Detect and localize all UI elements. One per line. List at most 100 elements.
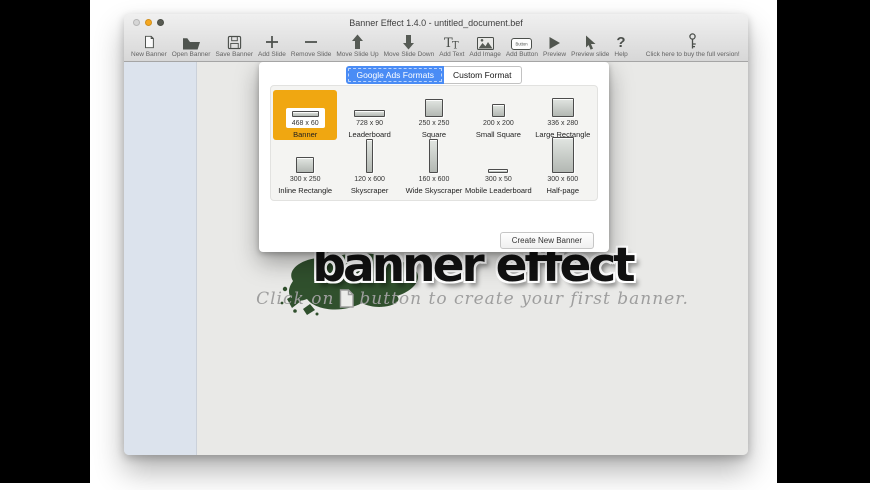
format-name: Wide Skyscraper xyxy=(405,186,463,195)
toolbar-button-remove-slide[interactable]: Remove Slide xyxy=(291,33,331,58)
window-header: Banner Effect 1.4.0 - untitled_document.… xyxy=(124,14,748,62)
button-widget-icon: Button xyxy=(511,33,533,50)
format-thumb: 300 x 250 xyxy=(284,154,327,184)
format-name: Small Square xyxy=(475,130,521,139)
slides-sidebar xyxy=(124,62,197,455)
toolbar-button-add-slide[interactable]: Add Slide xyxy=(258,33,286,58)
question-icon: ? xyxy=(615,33,627,50)
toolbar-button-label: Add Button xyxy=(505,51,538,58)
hint-text-before: Click on xyxy=(256,289,335,309)
format-size: 300 x 250 xyxy=(289,176,321,183)
toolbar-button-new-banner[interactable]: New Banner xyxy=(131,33,167,58)
toolbar-button-open-banner[interactable]: Open Banner xyxy=(172,33,210,58)
format-item-small-square[interactable]: 200 x 200 Small Square xyxy=(466,90,530,140)
toolbar-button-add-image[interactable]: Add Image xyxy=(469,33,501,58)
format-shape xyxy=(429,139,439,173)
minus-icon xyxy=(303,33,319,50)
format-size: 160 x 600 xyxy=(418,176,450,183)
tab-custom-format[interactable]: Custom Format xyxy=(443,66,522,84)
format-item-large-rectangle[interactable]: 336 x 280 Large Rectangle xyxy=(531,90,595,140)
format-name: Mobile Leaderboard xyxy=(465,186,532,195)
toolbar-button-label: Help xyxy=(614,51,628,58)
window-content: banner effect Click on button to create yo… xyxy=(124,62,748,455)
format-thumb: 200 x 200 xyxy=(477,101,520,128)
format-shape xyxy=(491,104,505,117)
toolbar-button-label: Add Slide xyxy=(258,51,286,58)
format-tabs: Google Ads Formats Custom Format xyxy=(259,66,609,84)
text-tt-icon: TT xyxy=(443,33,460,50)
formats-row-1: 468 x 60 Banner 728 x 90 Leaderboard 250 x 2… xyxy=(273,90,595,140)
format-size: 468 x 60 xyxy=(291,120,319,127)
screenshot-stage: Banner Effect 1.4.0 - untitled_document.… xyxy=(0,0,870,490)
format-thumb: 120 x 600 xyxy=(348,136,391,184)
format-item-banner[interactable]: 468 x 60 Banner xyxy=(273,90,338,140)
format-name: Inline Rectangle xyxy=(278,186,333,195)
toolbar-button-label: Click here to buy the full version! xyxy=(645,51,740,58)
format-thumb: 336 x 280 xyxy=(541,95,584,128)
format-thumb: 250 x 250 xyxy=(413,96,456,128)
toolbar-button-label: Move Slide Down xyxy=(383,51,435,58)
toolbar-button-move-slide-down[interactable]: Move Slide Down xyxy=(383,33,435,58)
format-item-wide-skyscraper[interactable]: 160 x 600 Wide Skyscraper xyxy=(402,139,466,196)
format-thumb: 468 x 60 xyxy=(285,108,325,128)
save-floppy-icon xyxy=(227,33,242,50)
toolbar-button-label: New Banner xyxy=(131,51,167,58)
format-shape xyxy=(296,157,315,173)
format-shape xyxy=(424,99,443,117)
format-name: Banner xyxy=(293,130,318,139)
format-size: 300 x 600 xyxy=(547,176,579,183)
format-item-inline-rectangle[interactable]: 300 x 250 Inline Rectangle xyxy=(273,140,337,196)
format-name: Skyscraper xyxy=(350,186,389,195)
svg-text:T: T xyxy=(452,41,459,51)
svg-text:Button: Button xyxy=(516,42,529,47)
app-window: Banner Effect 1.4.0 - untitled_document.… xyxy=(124,14,748,455)
toolbar-button-label: Move Slide Up xyxy=(336,51,379,58)
format-size: 200 x 200 xyxy=(482,120,514,127)
format-shape xyxy=(551,137,574,173)
toolbar-button-label: Preview xyxy=(543,51,567,58)
format-size: 728 x 90 xyxy=(356,120,383,127)
toolbar: New Banner Open Banner Save Banner Add Slid… xyxy=(124,31,748,61)
cursor-play-icon xyxy=(584,33,597,50)
format-item-skyscraper[interactable]: 120 x 600 Skyscraper xyxy=(337,139,401,196)
toolbar-button-label: Add Image xyxy=(469,51,501,58)
toolbar-button-preview-slide[interactable]: Preview slide xyxy=(571,33,609,58)
minimize-button[interactable] xyxy=(145,19,152,26)
new-document-icon xyxy=(142,33,156,50)
format-size: 120 x 600 xyxy=(354,176,385,183)
formats-row-2: 300 x 250 Inline Rectangle 120 x 600 Skyscr… xyxy=(273,137,595,196)
plus-icon xyxy=(264,33,280,50)
toolbar-button-help[interactable]: ? Help xyxy=(614,33,627,58)
format-shape xyxy=(291,111,319,117)
toolbar-button-add-button[interactable]: Button Add Button xyxy=(506,33,538,58)
letterbox-right xyxy=(777,0,870,483)
traffic-lights xyxy=(133,19,164,26)
zoom-button[interactable] xyxy=(157,19,164,26)
toolbar-button-label: Add Text xyxy=(439,51,465,58)
toolbar-button-move-slide-up[interactable]: Move Slide Up xyxy=(336,33,379,58)
format-shape xyxy=(366,139,374,173)
document-canvas: banner effect Click on button to create yo… xyxy=(197,62,748,455)
toolbar-button-buy[interactable]: Click here to buy the full version! xyxy=(646,33,740,58)
create-new-banner-button[interactable]: Create New Banner xyxy=(499,232,594,249)
tab-google-ads-formats[interactable]: Google Ads Formats xyxy=(346,66,444,84)
toolbar-button-add-text[interactable]: T T Add Text xyxy=(439,33,464,58)
play-icon xyxy=(548,33,561,50)
svg-text:?: ? xyxy=(617,34,626,50)
format-chooser-dialog: Google Ads Formats Custom Format 468 x 6… xyxy=(259,62,609,252)
format-item-leaderboard[interactable]: 728 x 90 Leaderboard xyxy=(337,90,401,140)
format-item-half-page[interactable]: 300 x 600 Half-page xyxy=(531,137,595,196)
toolbar-button-preview[interactable]: Preview xyxy=(543,33,566,58)
format-name: Half-page xyxy=(546,186,580,195)
open-folder-icon xyxy=(182,33,201,50)
toolbar-button-label: Save Banner xyxy=(215,51,254,58)
format-shape xyxy=(488,169,509,173)
close-button[interactable] xyxy=(133,19,140,26)
format-thumb: 300 x 600 xyxy=(541,134,584,184)
format-item-mobile-leaderboard[interactable]: 300 x 50 Mobile Leaderboard xyxy=(465,140,532,196)
format-shape xyxy=(551,98,574,117)
key-icon xyxy=(687,33,698,50)
format-item-square[interactable]: 250 x 250 Square xyxy=(402,90,466,140)
toolbar-button-save-banner[interactable]: Save Banner xyxy=(215,33,253,58)
window-title: Banner Effect 1.4.0 - untitled_document.… xyxy=(349,17,523,28)
